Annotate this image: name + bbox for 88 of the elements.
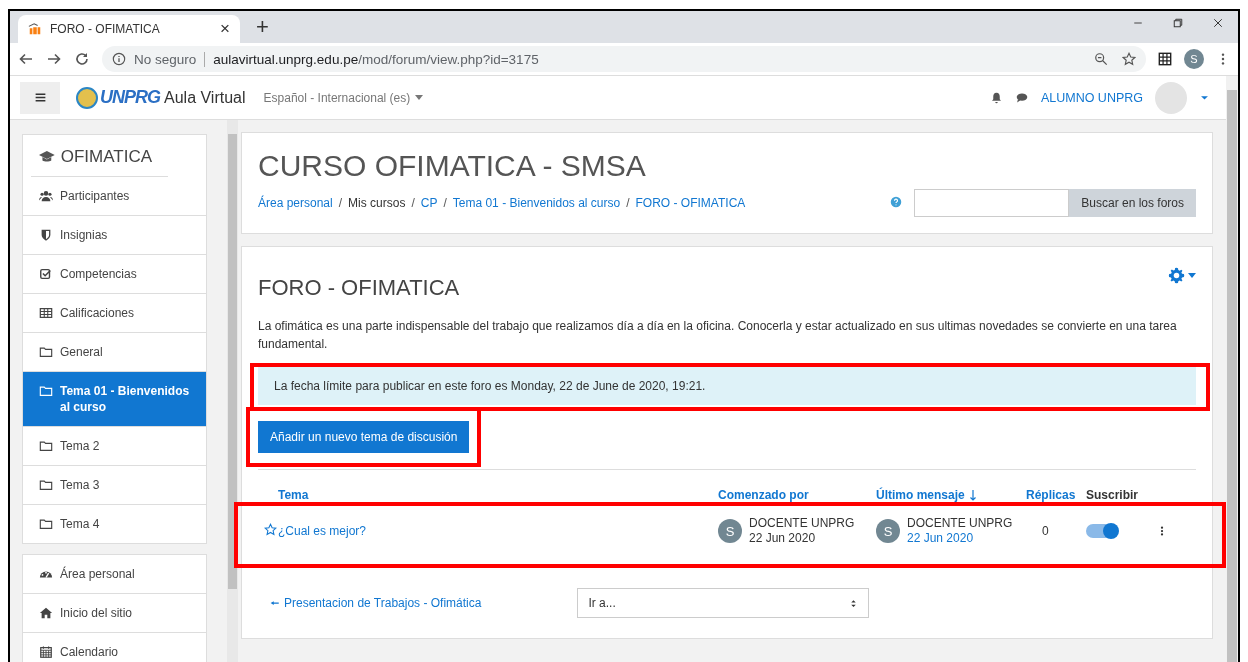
sidebar-item[interactable]: Inicio del sitio [23, 594, 206, 633]
bell-icon [989, 91, 1003, 104]
shield-icon [39, 228, 53, 242]
user-name[interactable]: ALUMNO UNPRG [1040, 90, 1143, 105]
menu-button[interactable] [20, 81, 60, 114]
back-icon [18, 51, 34, 67]
browser-tab[interactable]: FORO - OFIMATICA × [18, 15, 240, 43]
zoom-out-icon [1094, 52, 1108, 66]
sidebar-item[interactable]: Calificaciones [23, 294, 206, 333]
column-header[interactable]: Último mensaje [876, 488, 1026, 502]
folder-icon [39, 384, 53, 398]
close-icon [1212, 17, 1224, 29]
author-avatar: S [876, 519, 900, 543]
sidebar-item[interactable]: Tema 01 - Bienvenidos al curso [23, 372, 206, 427]
previous-activity-link[interactable]: Presentacion de Trabajos - Ofimática [270, 596, 482, 610]
new-tab-button[interactable]: + [252, 14, 273, 40]
menu-icon [33, 91, 47, 104]
sidebar-item[interactable]: Participantes [23, 177, 206, 216]
profile-avatar[interactable]: S [1184, 49, 1204, 69]
site-name[interactable]: Aula Virtual [164, 88, 246, 107]
security-label: No seguro [134, 51, 206, 67]
author-name: DOCENTE UNPRG [749, 516, 855, 531]
forward-icon [46, 51, 62, 67]
url-text: aulavirtual.unprg.edu.pe/mod/forum/view.php?id=3175 [213, 51, 539, 67]
search-button[interactable]: Buscar en los foros [1069, 189, 1196, 217]
folder-icon [39, 517, 53, 531]
add-discussion-button[interactable]: Añadir un nuevo tema de discusión [258, 421, 470, 453]
breadcrumb-item: Mis cursos [348, 196, 406, 210]
deadline-notice: La fecha límite para publicar en este foro es Monday, 22 de June de 2020, 19:21. [258, 367, 1196, 405]
table-icon [39, 306, 53, 320]
scrollbar[interactable] [227, 120, 238, 662]
author-name: DOCENTE UNPRG [907, 516, 1013, 531]
sidebar-item[interactable]: Tema 2 [23, 427, 206, 466]
column-header: Suscribir [1086, 488, 1140, 502]
chat-icon [1014, 91, 1029, 104]
breadcrumb-item[interactable]: FORO - OFIMATICA [635, 196, 746, 210]
info-icon [112, 52, 126, 66]
breadcrumb-separator: / [338, 196, 343, 210]
last-post-date[interactable]: 22 Jun 2020 [907, 531, 1013, 546]
folder-icon [39, 478, 53, 492]
sidebar-item[interactable]: Insignias [23, 216, 206, 255]
forum-title: FORO - OFIMATICA [258, 275, 460, 301]
checkbox-icon [39, 267, 53, 281]
breadcrumb-item[interactable]: Tema 01 - Bienvenidos al curso [452, 196, 621, 210]
tab-close-button[interactable]: × [220, 19, 230, 39]
address-bar[interactable]: No seguro aulavirtual.unprg.edu.pe/mod/forum/view.php?id=3175 [102, 46, 1146, 72]
moodle-logo-icon [28, 22, 42, 36]
forum-description: La ofimática es una parte indispensable del trabajo que realizamos día a día en la oficina. Conocerla y estar actualizado en sus ultimas novedades se convierte en una tarea fundamental. [258, 318, 1178, 353]
sidebar-item[interactable]: Calendario [23, 633, 206, 662]
column-header[interactable]: Tema [278, 488, 718, 502]
course-heading: CURSO OFIMATICA - SMSA [258, 149, 647, 183]
settings-icon [1168, 267, 1185, 284]
grid-icon [1158, 52, 1172, 66]
breadcrumb-item[interactable]: Área personal [258, 196, 333, 210]
search-field[interactable] [914, 189, 1070, 217]
language-menu[interactable]: Español - Internacional (es) [263, 90, 424, 105]
course-title: OFIMATICA [60, 147, 152, 167]
sidebar-item[interactable]: Competencias [23, 255, 206, 294]
column-header[interactable]: Comenzado por [718, 488, 876, 502]
jump-select[interactable]: Ir a... [577, 588, 870, 618]
help-icon [890, 196, 903, 208]
home-icon [39, 606, 53, 620]
settings-menu[interactable] [1168, 267, 1196, 284]
sort-arrow-icon [968, 489, 977, 501]
reply-count: 0 [1041, 524, 1050, 538]
sidebar-item[interactable]: Tema 4 [23, 505, 206, 543]
breadcrumb-separator: / [443, 196, 447, 210]
folder-icon [39, 439, 53, 453]
arrow-left-icon [270, 598, 280, 608]
star-icon [1122, 52, 1136, 66]
restore-icon [1172, 17, 1184, 29]
start-date: 22 Jun 2020 [749, 531, 817, 546]
column-header[interactable]: Réplicas [1026, 488, 1086, 502]
breadcrumb-item[interactable]: CP [420, 196, 438, 210]
breadcrumb-separator: / [411, 196, 415, 210]
sidebar-item[interactable]: Tema 3 [23, 466, 206, 505]
star-icon [264, 523, 277, 536]
logo-emblem [76, 86, 98, 109]
folder-icon [39, 345, 53, 359]
calendar-icon [39, 645, 53, 659]
breadcrumb-separator: / [626, 196, 630, 210]
reload-icon [74, 51, 90, 67]
logo-text: UNPRG [100, 87, 160, 108]
users-icon [39, 189, 53, 203]
discussion-link[interactable]: ¿Cual es mejor? [278, 524, 718, 538]
sidebar-item[interactable]: Área personal [23, 555, 206, 594]
author-avatar: S [718, 519, 742, 543]
subscribe-toggle[interactable] [1086, 524, 1118, 538]
